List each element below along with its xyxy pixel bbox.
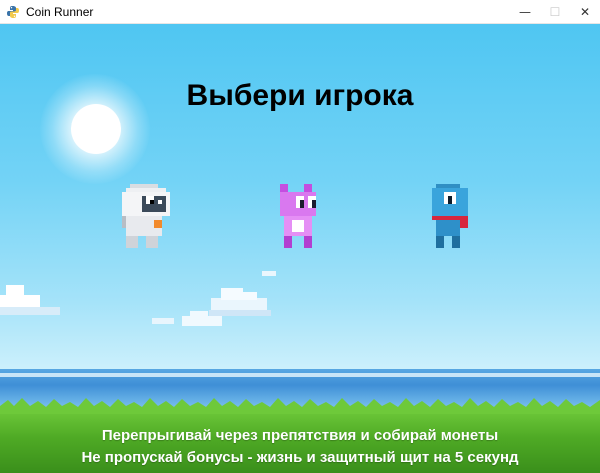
app-window: Coin Runner — ☐ ✕ Выбери игрока Перепрыг… — [0, 0, 600, 473]
cloud-icon — [260, 268, 280, 278]
cloud-icon — [0, 279, 70, 319]
maximize-button[interactable]: ☐ — [540, 0, 570, 24]
blue-creature-character-icon[interactable] — [424, 184, 480, 248]
choose-player-heading: Выбери игрока — [186, 79, 414, 112]
minimize-button[interactable]: — — [510, 0, 540, 24]
grass-edge — [0, 398, 600, 414]
pink-cat-character-icon[interactable] — [272, 184, 328, 248]
cloud-icon — [150, 316, 180, 326]
horizon-line — [0, 373, 600, 377]
cloud-icon — [180, 310, 230, 330]
game-canvas[interactable]: Выбери игрока Перепрыгивай через препятс… — [0, 24, 600, 473]
hint-line-1: Перепрыгивай через препятствия и собирай… — [101, 427, 499, 444]
window-title: Coin Runner — [26, 4, 94, 19]
window-controls: — ☐ ✕ — [510, 0, 600, 24]
title-bar[interactable]: Coin Runner — ☐ ✕ — [0, 0, 600, 24]
close-button[interactable]: ✕ — [570, 0, 600, 24]
hint-line-2: Не пропускай бонусы - жизнь и защитный щ… — [81, 449, 519, 466]
astronaut-character-icon[interactable] — [118, 184, 174, 248]
python-icon — [6, 5, 20, 19]
